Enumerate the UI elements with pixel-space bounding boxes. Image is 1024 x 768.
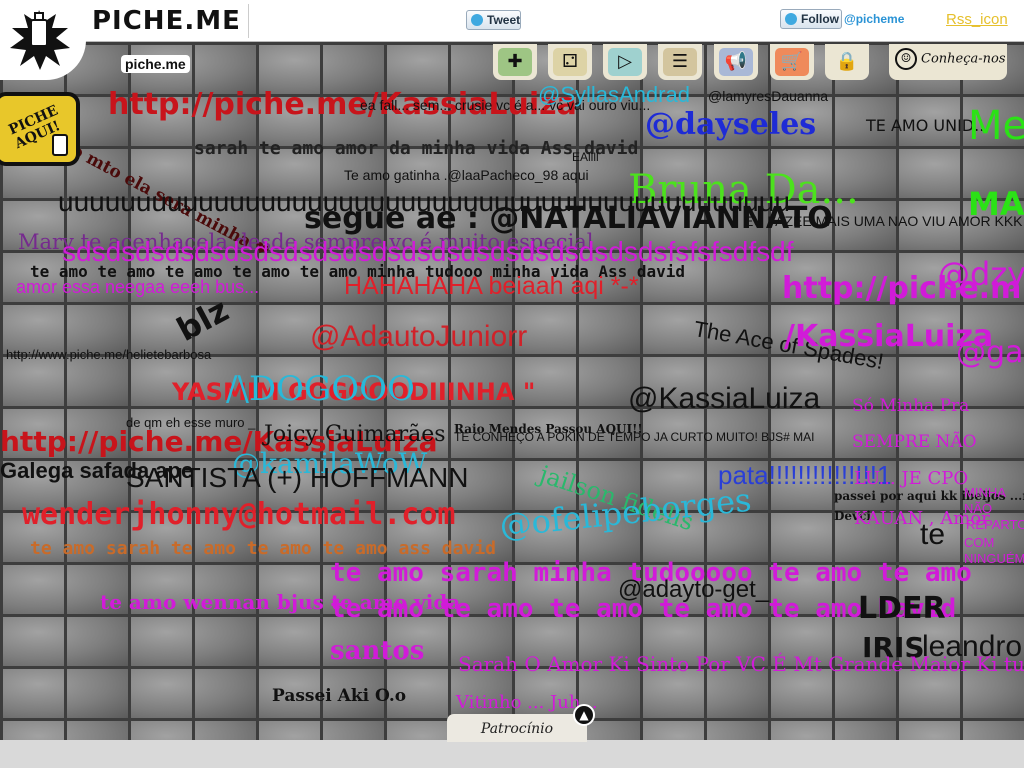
- graffiti-tag[interactable]: /\DOGOOO: [226, 372, 415, 406]
- nav-plus-button[interactable]: ✚: [493, 44, 537, 80]
- footer-bar: [0, 740, 1024, 768]
- graffiti-tag[interactable]: Só Minha Pra: [852, 398, 969, 415]
- spray-can-icon: [52, 134, 68, 156]
- graffiti-tag[interactable]: NÃO: [964, 502, 992, 515]
- twitter-bird-icon: [471, 14, 483, 26]
- divider: [248, 4, 249, 38]
- graffiti-tag[interactable]: SANTISTA (+) HOFFMANN: [126, 464, 469, 492]
- site-tag[interactable]: piche.me: [121, 55, 190, 73]
- graffiti-tag[interactable]: COM: [964, 536, 994, 549]
- lock-icon: 🔒: [830, 48, 864, 76]
- rss-icon[interactable]: Rss_icon: [946, 11, 1008, 28]
- smiley-icon: ☺: [895, 48, 917, 70]
- graffiti-tag[interactable]: @ga: [956, 338, 1023, 368]
- list-icon: ☰: [663, 48, 697, 76]
- graffiti-tag[interactable]: REPARTO: [966, 518, 1024, 531]
- graffiti-tag[interactable]: te amo sarah te amo te amo te amo ass da…: [30, 540, 496, 558]
- graffiti-tag[interactable]: @dayseles: [645, 110, 816, 140]
- graffiti-tag[interactable]: blz: [171, 291, 235, 349]
- graffiti-wall[interactable]: http://piche.me/KassiaLuiza ea fall... se…: [0, 42, 1024, 740]
- graffiti-tag[interactable]: Passei Aki O.o: [272, 688, 406, 705]
- twitter-bird-icon: [785, 13, 797, 25]
- follow-label: Follow: [801, 12, 839, 26]
- brand-title[interactable]: PICHE.ME: [92, 6, 241, 36]
- graffiti-tag[interactable]: http://piche.m: [782, 274, 1021, 304]
- graffiti-tag[interactable]: Me: [968, 106, 1024, 146]
- graffiti-tag[interactable]: @KassiaLuiza: [628, 384, 820, 414]
- nav-play-button[interactable]: ▷: [603, 44, 647, 80]
- piche-aqui-button[interactable]: PICHE AQUI!: [0, 92, 80, 166]
- megaphone-icon: 📢: [719, 48, 753, 76]
- dice-icon: ⚁: [553, 48, 587, 76]
- tweet-button[interactable]: Tweet: [466, 10, 521, 30]
- graffiti-tag[interactable]: http://www.piche.me/helietebarbosa: [6, 348, 211, 361]
- nav-lock-button[interactable]: 🔒: [825, 44, 869, 80]
- nav-bar: ✚ ⚁ ▷ ☰ 📢 🛒 🔒 ☺ Conheça-nos: [92, 42, 1024, 82]
- graffiti-tag[interactable]: wenderjhonny@hotmail.com: [22, 500, 455, 530]
- graffiti-tag[interactable]: @SyllasAndrad: [538, 84, 690, 106]
- twitter-handle-link[interactable]: @picheme: [844, 12, 904, 26]
- conheca-nos-label: Conheça-nos: [921, 51, 1006, 67]
- graffiti-tag[interactable]: LDER: [858, 594, 946, 624]
- graffiti-tag[interactable]: @lamyresDauanna: [708, 89, 828, 103]
- plus-icon: ✚: [498, 48, 532, 76]
- play-icon: ▷: [608, 48, 642, 76]
- nav-list-button[interactable]: ☰: [658, 44, 702, 80]
- spray-can-logo-icon: [10, 10, 70, 70]
- follow-button[interactable]: Follow: [780, 9, 842, 29]
- graffiti-tag[interactable]: HAHAHAHA beiaah aqi *-*: [344, 274, 639, 299]
- conheca-nos-button[interactable]: ☺ Conheça-nos: [889, 44, 1007, 80]
- graffiti-tag[interactable]: MINHA: [964, 486, 1006, 499]
- nav-cart-button[interactable]: 🛒: [770, 44, 814, 80]
- graffiti-tag[interactable]: MA: [968, 188, 1024, 220]
- logo[interactable]: [0, 0, 86, 80]
- graffiti-tag[interactable]: LU... JE CPO: [854, 470, 968, 488]
- graffiti-tag[interactable]: amor essa neegaa eeeh bus...: [16, 278, 259, 296]
- nav-megaphone-button[interactable]: 📢: [714, 44, 758, 80]
- patrocinio-tab[interactable]: Patrocínio: [447, 714, 587, 742]
- nav-dice-button[interactable]: ⚁: [548, 44, 592, 80]
- graffiti-tag[interactable]: Joicy Guimarães: [264, 424, 446, 446]
- graffiti-tag[interactable]: EAllll: [572, 151, 599, 163]
- cart-icon: 🛒: [775, 48, 809, 76]
- graffiti-tag[interactable]: @AdautoJuniorr: [310, 322, 527, 352]
- graffiti-tag[interactable]: santos: [330, 638, 424, 664]
- graffiti-tag[interactable]: Te amo gatinha .@laaPacheco_98 aqui: [344, 168, 589, 182]
- tweet-label: Tweet: [487, 13, 521, 27]
- expand-up-icon[interactable]: ▲: [573, 704, 595, 726]
- piche-aqui-label: PICHE AQUI!: [6, 102, 63, 153]
- graffiti-tag[interactable]: TE CONHEÇO A POKIN DE TEMPO JA CURTO MUI…: [454, 431, 815, 443]
- graffiti-tag[interactable]: NINGUÉM: [964, 552, 1024, 565]
- graffiti-tag[interactable]: SEMPRE NÃO: [852, 434, 977, 451]
- graffiti-tag[interactable]: Sarah O Amor Ki Sinto Por VC É Mt Grande…: [458, 654, 1024, 674]
- graffiti-tag[interactable]: te: [920, 520, 945, 550]
